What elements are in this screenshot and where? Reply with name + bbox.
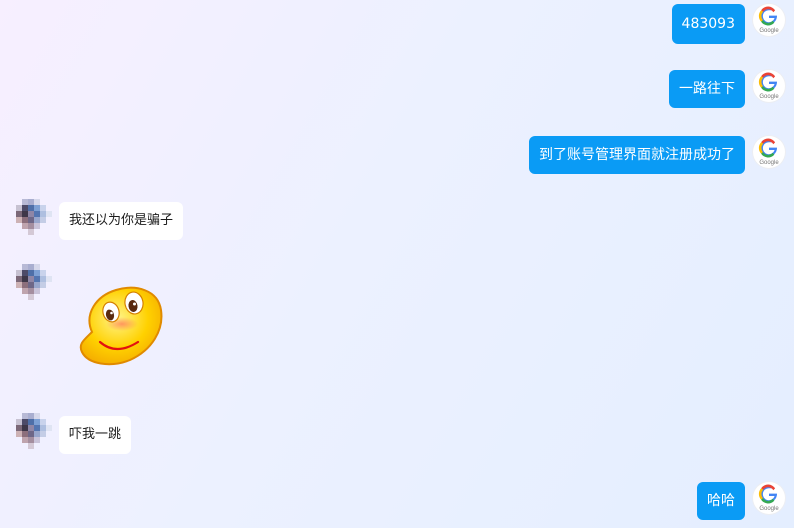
pixelated-avatar-icon[interactable] <box>16 199 52 235</box>
message-bubble-outgoing[interactable]: 到了账号管理界面就注册成功了 <box>529 136 745 174</box>
message-row-incoming: 吓我一跳 <box>0 413 794 454</box>
google-logo-icon[interactable] <box>753 136 785 168</box>
message-bubble-outgoing[interactable]: 483093 <box>671 4 745 44</box>
message-row-incoming <box>0 264 794 374</box>
message-row-outgoing: 哈哈 <box>0 482 794 522</box>
smiley-emoji-sticker[interactable] <box>74 282 170 372</box>
pixelated-avatar-icon[interactable] <box>16 264 52 300</box>
message-bubble-incoming[interactable]: 吓我一跳 <box>59 416 132 454</box>
message-bubble-outgoing[interactable]: 哈哈 <box>697 482 745 520</box>
message-row-incoming: 我还以为你是骗子 <box>0 199 794 240</box>
message-bubble-incoming[interactable]: 我还以为你是骗子 <box>59 202 184 240</box>
chat-message-list[interactable]: 483093 一路往下 到了账号管理界面就注册成功了 我还以为你是骗子 吓我一跳… <box>0 0 794 528</box>
google-logo-icon[interactable] <box>753 4 785 36</box>
message-row-outgoing: 一路往下 <box>0 70 794 110</box>
google-logo-icon[interactable] <box>753 482 785 514</box>
google-logo-icon[interactable] <box>753 70 785 102</box>
message-row-outgoing: 483093 <box>0 3 794 44</box>
message-row-outgoing: 到了账号管理界面就注册成功了 <box>0 136 794 176</box>
message-bubble-outgoing[interactable]: 一路往下 <box>669 70 745 108</box>
pixelated-avatar-icon[interactable] <box>16 413 52 449</box>
